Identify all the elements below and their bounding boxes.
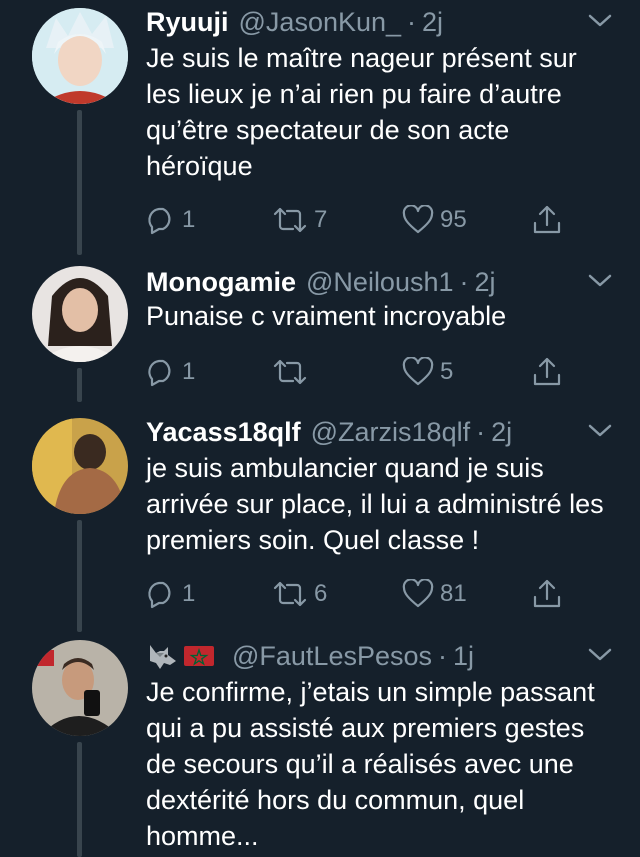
thread-line (77, 368, 82, 402)
tweet[interactable]: Monogamie @Neiloush1 · 2j Punaise c vrai… (0, 262, 640, 404)
thread-line (77, 110, 82, 255)
share-icon (533, 205, 561, 234)
avatar-image (32, 640, 128, 736)
chevron-down-icon[interactable] (586, 420, 614, 440)
retweet-icon (273, 207, 307, 233)
tweet[interactable]: Ryuuji @JasonKun_ · 2j Je suis le maître… (0, 0, 640, 260)
reply-count: 1 (182, 358, 196, 385)
like-button[interactable]: 81 (402, 574, 467, 614)
display-name[interactable]: Monogamie (146, 267, 296, 298)
share-icon (533, 357, 561, 386)
tweet-text: Punaise c vraiment incroyable (146, 301, 507, 331)
separator-dot: · (438, 640, 448, 671)
like-count: 81 (440, 580, 467, 607)
share-icon (533, 579, 561, 608)
display-name[interactable]: Ryuuji (146, 7, 229, 38)
reply-icon (148, 581, 171, 609)
separator-dot: · (407, 6, 417, 37)
chevron-down-icon[interactable] (586, 644, 614, 664)
retweet-button[interactable]: 7 (272, 200, 327, 240)
like-button[interactable]: 5 (402, 352, 453, 392)
retweet-count: 6 (314, 580, 328, 607)
timestamp[interactable]: 1j (453, 641, 474, 672)
share-button[interactable] (532, 352, 568, 392)
timestamp[interactable]: 2j (475, 267, 496, 298)
tweet[interactable]: Yacass18qlf @Zarzis18qlf · 2j je suis am… (0, 412, 640, 634)
like-count: 95 (440, 206, 467, 233)
reply-icon (148, 207, 171, 235)
like-button[interactable]: 95 (402, 200, 467, 240)
chevron-down-icon[interactable] (586, 270, 614, 290)
reply-button[interactable]: 1 (146, 352, 195, 392)
thread-line (77, 520, 82, 632)
user-handle[interactable]: @JasonKun_ (239, 7, 402, 38)
avatar[interactable] (32, 640, 128, 736)
user-handle[interactable]: @Neiloush1 (306, 267, 454, 298)
retweet-button[interactable]: 6 (272, 574, 327, 614)
avatar[interactable] (32, 418, 128, 514)
morocco-flag-icon (184, 646, 214, 666)
timestamp[interactable]: 2j (422, 7, 443, 38)
thread-line (77, 742, 82, 857)
avatar[interactable] (32, 8, 128, 104)
like-count: 5 (440, 358, 454, 385)
tweet[interactable]: @FautLesPesos · 1j Je confirme, j’etais … (0, 636, 640, 857)
reply-icon (148, 359, 171, 387)
user-handle[interactable]: @Zarzis18qlf (311, 417, 470, 448)
separator-dot: · (476, 416, 486, 447)
display-name-emojis[interactable] (146, 641, 216, 671)
tweet-text: Je confirme, j’etais un simple passant q… (146, 677, 595, 851)
wolf-emoji-icon (150, 645, 176, 669)
share-button[interactable] (532, 574, 568, 614)
reply-count: 1 (182, 580, 196, 607)
retweet-icon (273, 581, 307, 607)
retweet-count: 7 (314, 206, 328, 233)
avatar-image (32, 8, 128, 104)
user-handle[interactable]: @FautLesPesos (232, 641, 432, 672)
tweet-text: je suis ambulancier quand je suis arrivé… (146, 453, 604, 555)
separator-dot: · (459, 266, 469, 297)
avatar-image (32, 418, 128, 514)
timestamp[interactable]: 2j (491, 417, 512, 448)
chevron-down-icon[interactable] (586, 10, 614, 30)
display-name[interactable]: Yacass18qlf (146, 417, 301, 448)
heart-icon (402, 357, 434, 386)
heart-icon (402, 579, 434, 608)
avatar[interactable] (32, 266, 128, 362)
avatar-image (32, 266, 128, 362)
share-button[interactable] (532, 200, 568, 240)
heart-icon (402, 205, 434, 234)
retweet-icon (273, 359, 307, 385)
reply-button[interactable]: 1 (146, 574, 195, 614)
reply-count: 1 (182, 206, 196, 233)
reply-button[interactable]: 1 (146, 200, 195, 240)
retweet-button[interactable] (272, 352, 314, 392)
tweet-text: Je suis le maître nageur présent sur les… (146, 43, 577, 181)
